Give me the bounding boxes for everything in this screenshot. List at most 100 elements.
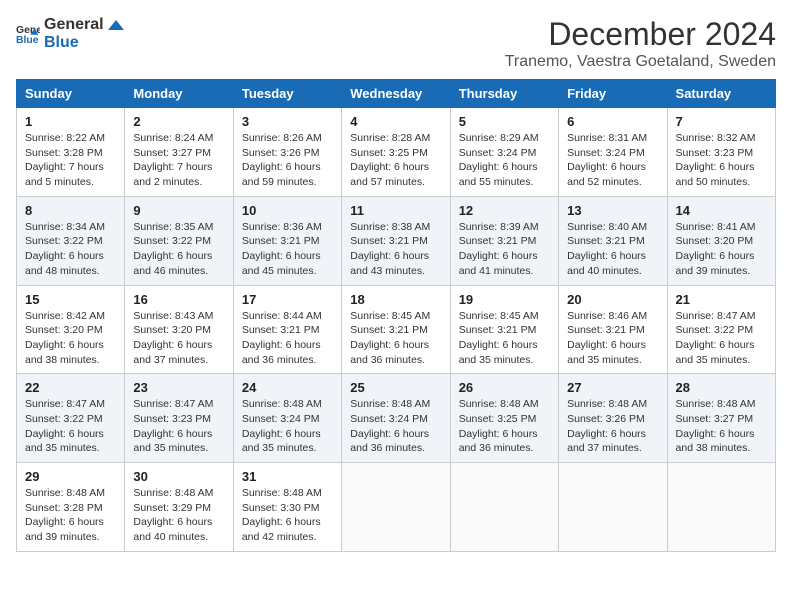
calendar-cell: 4Sunrise: 8:28 AMSunset: 3:25 PMDaylight… — [342, 108, 450, 197]
logo-blue: Blue — [44, 34, 128, 52]
day-info: Sunrise: 8:48 AMSunset: 3:29 PMDaylight:… — [133, 486, 224, 545]
calendar-cell: 6 Sunrise: 8:31 AMSunset: 3:24 PMDaylight… — [559, 108, 667, 197]
calendar-cell: 20Sunrise: 8:46 AMSunset: 3:21 PMDayligh… — [559, 285, 667, 374]
header-friday: Friday — [559, 80, 667, 108]
day-number: 17 — [242, 292, 333, 307]
calendar-cell: 9Sunrise: 8:35 AMSunset: 3:22 PMDaylight… — [125, 196, 233, 285]
day-number: 5 — [459, 114, 550, 129]
calendar-cell: 5 Sunrise: 8:29 AMSunset: 3:24 PMDaylight… — [450, 108, 558, 197]
day-number: 21 — [676, 292, 767, 307]
day-number: 26 — [459, 380, 550, 395]
day-number: 28 — [676, 380, 767, 395]
day-info: Sunrise: 8:28 AMSunset: 3:25 PMDaylight:… — [350, 131, 441, 190]
calendar-cell: 8 Sunrise: 8:34 AMSunset: 3:22 PMDaylight… — [17, 196, 125, 285]
day-info: Sunrise: 8:34 AMSunset: 3:22 PMDaylight:… — [25, 220, 116, 279]
week-row-4: 22Sunrise: 8:47 AMSunset: 3:22 PMDayligh… — [17, 374, 776, 463]
day-number: 27 — [567, 380, 658, 395]
day-info: Sunrise: 8:45 AMSunset: 3:21 PMDaylight:… — [459, 309, 550, 368]
calendar-cell — [667, 463, 775, 552]
calendar-cell: 3 Sunrise: 8:26 AMSunset: 3:26 PMDaylight… — [233, 108, 341, 197]
day-number: 29 — [25, 469, 116, 484]
calendar-cell: 24 Sunrise: 8:48 AMSunset: 3:24 PMDayligh… — [233, 374, 341, 463]
calendar-cell: 21 Sunrise: 8:47 AMSunset: 3:22 PMDayligh… — [667, 285, 775, 374]
page-header: General Blue General Blue December 2024 … — [16, 16, 776, 71]
calendar-header-row: SundayMondayTuesdayWednesdayThursdayFrid… — [17, 80, 776, 108]
logo: General Blue General Blue — [16, 16, 128, 51]
day-info: Sunrise: 8:36 AMSunset: 3:21 PMDaylight:… — [242, 220, 333, 279]
day-info: Sunrise: 8:48 AMSunset: 3:26 PMDaylight:… — [567, 397, 658, 456]
week-row-1: 1Sunrise: 8:22 AMSunset: 3:28 PMDaylight… — [17, 108, 776, 197]
day-number: 7 — [676, 114, 767, 129]
calendar-cell: 14 Sunrise: 8:41 AMSunset: 3:20 PMDayligh… — [667, 196, 775, 285]
day-info: Sunrise: 8:22 AMSunset: 3:28 PMDaylight:… — [25, 131, 116, 190]
calendar-cell: 23 Sunrise: 8:47 AMSunset: 3:23 PMDayligh… — [125, 374, 233, 463]
day-info: Sunrise: 8:48 AMSunset: 3:24 PMDaylight:… — [350, 397, 441, 456]
day-number: 6 — [567, 114, 658, 129]
day-number: 10 — [242, 203, 333, 218]
logo-triangle-icon — [106, 18, 126, 32]
day-info: Sunrise: 8:35 AMSunset: 3:22 PMDaylight:… — [133, 220, 224, 279]
header-monday: Monday — [125, 80, 233, 108]
day-info: Sunrise: 8:39 AMSunset: 3:21 PMDaylight:… — [459, 220, 550, 279]
calendar-cell: 22Sunrise: 8:47 AMSunset: 3:22 PMDayligh… — [17, 374, 125, 463]
logo-general: General — [44, 16, 104, 33]
day-info: Sunrise: 8:32 AMSunset: 3:23 PMDaylight:… — [676, 131, 767, 190]
day-info: Sunrise: 8:38 AMSunset: 3:21 PMDaylight:… — [350, 220, 441, 279]
week-row-5: 29 Sunrise: 8:48 AMSunset: 3:28 PMDayligh… — [17, 463, 776, 552]
subtitle: Tranemo, Vaestra Goetaland, Sweden — [505, 53, 776, 71]
day-info: Sunrise: 8:47 AMSunset: 3:22 PMDaylight:… — [25, 397, 116, 456]
header-tuesday: Tuesday — [233, 80, 341, 108]
day-number: 11 — [350, 203, 441, 218]
day-info: Sunrise: 8:42 AMSunset: 3:20 PMDaylight:… — [25, 309, 116, 368]
day-info: Sunrise: 8:48 AMSunset: 3:28 PMDaylight:… — [25, 486, 116, 545]
week-row-3: 15Sunrise: 8:42 AMSunset: 3:20 PMDayligh… — [17, 285, 776, 374]
day-number: 18 — [350, 292, 441, 307]
day-info: Sunrise: 8:46 AMSunset: 3:21 PMDaylight:… — [567, 309, 658, 368]
calendar-cell: 2Sunrise: 8:24 AMSunset: 3:27 PMDaylight… — [125, 108, 233, 197]
day-info: Sunrise: 8:44 AMSunset: 3:21 PMDaylight:… — [242, 309, 333, 368]
day-number: 19 — [459, 292, 550, 307]
calendar-cell — [450, 463, 558, 552]
day-number: 30 — [133, 469, 224, 484]
calendar-cell: 19 Sunrise: 8:45 AMSunset: 3:21 PMDayligh… — [450, 285, 558, 374]
day-info: Sunrise: 8:45 AMSunset: 3:21 PMDaylight:… — [350, 309, 441, 368]
day-number: 8 — [25, 203, 116, 218]
calendar-cell: 1Sunrise: 8:22 AMSunset: 3:28 PMDaylight… — [17, 108, 125, 197]
calendar-cell: 18 Sunrise: 8:45 AMSunset: 3:21 PMDayligh… — [342, 285, 450, 374]
main-title: December 2024 — [505, 16, 776, 53]
day-info: Sunrise: 8:48 AMSunset: 3:30 PMDaylight:… — [242, 486, 333, 545]
calendar-cell: 10 Sunrise: 8:36 AMSunset: 3:21 PMDayligh… — [233, 196, 341, 285]
header-thursday: Thursday — [450, 80, 558, 108]
calendar-cell: 27 Sunrise: 8:48 AMSunset: 3:26 PMDayligh… — [559, 374, 667, 463]
day-number: 24 — [242, 380, 333, 395]
svg-text:Blue: Blue — [16, 34, 39, 45]
calendar-cell: 7 Sunrise: 8:32 AMSunset: 3:23 PMDaylight… — [667, 108, 775, 197]
calendar-cell: 13Sunrise: 8:40 AMSunset: 3:21 PMDayligh… — [559, 196, 667, 285]
day-info: Sunrise: 8:47 AMSunset: 3:23 PMDaylight:… — [133, 397, 224, 456]
calendar-cell: 26Sunrise: 8:48 AMSunset: 3:25 PMDayligh… — [450, 374, 558, 463]
day-info: Sunrise: 8:29 AMSunset: 3:24 PMDaylight:… — [459, 131, 550, 190]
calendar-table: SundayMondayTuesdayWednesdayThursdayFrid… — [16, 79, 776, 552]
calendar-cell: 29 Sunrise: 8:48 AMSunset: 3:28 PMDayligh… — [17, 463, 125, 552]
day-info: Sunrise: 8:41 AMSunset: 3:20 PMDaylight:… — [676, 220, 767, 279]
calendar-cell: 11 Sunrise: 8:38 AMSunset: 3:21 PMDayligh… — [342, 196, 450, 285]
day-info: Sunrise: 8:40 AMSunset: 3:21 PMDaylight:… — [567, 220, 658, 279]
calendar-cell: 16Sunrise: 8:43 AMSunset: 3:20 PMDayligh… — [125, 285, 233, 374]
calendar-cell — [342, 463, 450, 552]
day-number: 23 — [133, 380, 224, 395]
calendar-cell: 17 Sunrise: 8:44 AMSunset: 3:21 PMDayligh… — [233, 285, 341, 374]
day-number: 12 — [459, 203, 550, 218]
day-number: 2 — [133, 114, 224, 129]
day-info: Sunrise: 8:47 AMSunset: 3:22 PMDaylight:… — [676, 309, 767, 368]
calendar-cell: 30 Sunrise: 8:48 AMSunset: 3:29 PMDayligh… — [125, 463, 233, 552]
day-info: Sunrise: 8:31 AMSunset: 3:24 PMDaylight:… — [567, 131, 658, 190]
day-number: 14 — [676, 203, 767, 218]
day-info: Sunrise: 8:48 AMSunset: 3:24 PMDaylight:… — [242, 397, 333, 456]
calendar-cell — [559, 463, 667, 552]
calendar-cell: 28Sunrise: 8:48 AMSunset: 3:27 PMDayligh… — [667, 374, 775, 463]
day-info: Sunrise: 8:43 AMSunset: 3:20 PMDaylight:… — [133, 309, 224, 368]
header-saturday: Saturday — [667, 80, 775, 108]
week-row-2: 8 Sunrise: 8:34 AMSunset: 3:22 PMDaylight… — [17, 196, 776, 285]
day-info: Sunrise: 8:26 AMSunset: 3:26 PMDaylight:… — [242, 131, 333, 190]
day-number: 3 — [242, 114, 333, 129]
